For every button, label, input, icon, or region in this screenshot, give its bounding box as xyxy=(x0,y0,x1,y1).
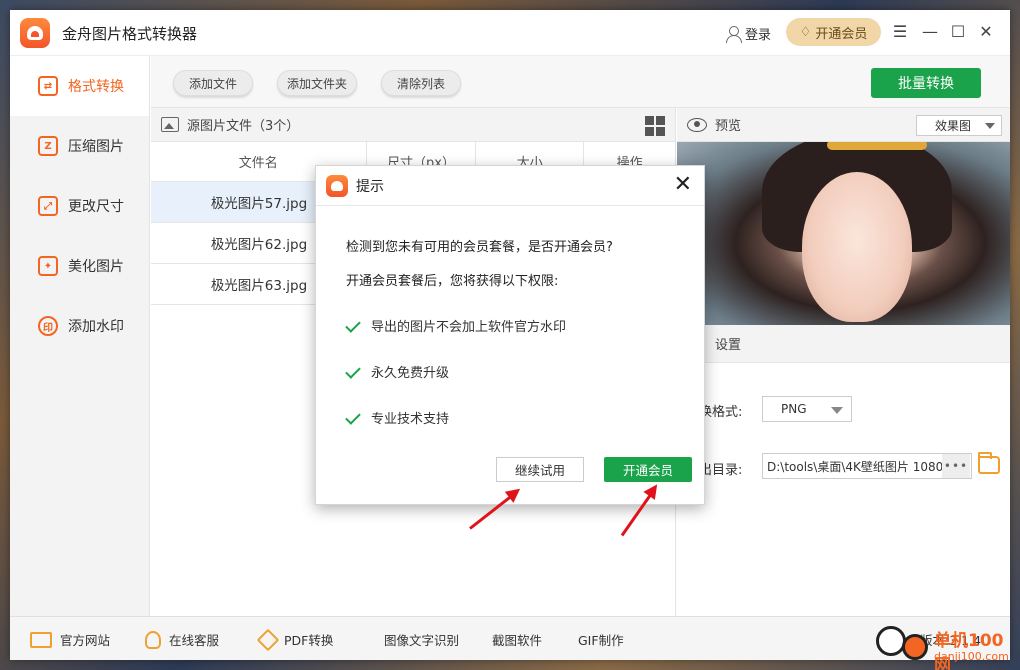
preview-mode-select[interactable]: 效果图 xyxy=(916,115,1002,136)
app-title: 金舟图片格式转换器 xyxy=(62,25,198,43)
check-icon xyxy=(345,363,361,379)
clear-list-button[interactable]: 清除列表 xyxy=(381,70,461,96)
preview-header: 预览 效果图 xyxy=(677,108,1010,142)
image-icon xyxy=(161,117,179,132)
sidebar-item-label: 更改尺寸 xyxy=(68,199,124,215)
feature-item: 导出的图片不会加上软件官方水印 xyxy=(371,320,567,335)
sidebar-item-format-convert[interactable]: ⇄ 格式转换 xyxy=(10,56,149,116)
eye-icon xyxy=(687,117,707,132)
preview-panel: 预览 效果图 设置 换格式: PNG 出目录: D:\tools\桌面\4K壁纸… xyxy=(677,108,1010,616)
bottom-item-label: PDF转换 xyxy=(284,633,334,648)
output-dir-field[interactable]: D:\tools\桌面\4K壁纸图片 1080 xyxy=(762,453,972,479)
beautify-icon: ✦ xyxy=(38,256,58,276)
sidebar: ⇄ 格式转换 Z 压缩图片 ⤢ 更改尺寸 ✦ 美化图片 印 添加水印 xyxy=(10,56,150,616)
close-window-icon[interactable]: ✕ xyxy=(976,22,996,41)
sidebar-item-label: 压缩图片 xyxy=(68,139,124,155)
settings-header: 设置 xyxy=(677,325,1010,363)
bottom-item-label: 在线客服 xyxy=(169,633,220,648)
watermark-title: 单机100网 xyxy=(934,631,1004,670)
login-label: 登录 xyxy=(745,28,772,43)
sidebar-item-beautify[interactable]: ✦ 美化图片 xyxy=(10,236,149,296)
resize-icon: ⤢ xyxy=(38,196,58,216)
official-site-link[interactable]: 官方网站 xyxy=(30,630,110,649)
ocr-link[interactable]: 图像文字识别 xyxy=(384,630,459,649)
grid-view-icon[interactable] xyxy=(645,116,665,136)
add-file-button[interactable]: 添加文件 xyxy=(173,70,253,96)
folder-icon[interactable] xyxy=(978,452,1000,474)
preview-image xyxy=(677,142,1010,325)
monitor-icon xyxy=(30,631,52,648)
online-service-link[interactable]: 在线客服 xyxy=(145,630,219,649)
bottom-bar: 官方网站 在线客服 PDF转换 图像文字识别 截图软件 GIF制作 版本:3.1… xyxy=(10,616,1010,660)
dialog-question: 检测到您未有可用的会员套餐，是否开通会员? xyxy=(346,240,613,255)
open-vip-button[interactable]: 开通会员 xyxy=(604,457,692,482)
site-watermark: 单机100网 danji100.com xyxy=(872,622,1020,670)
screenshot-link[interactable]: 截图软件 xyxy=(492,630,542,649)
watermark-url: danji100.com xyxy=(934,650,1009,663)
app-logo-icon xyxy=(20,18,50,48)
app-logo-icon xyxy=(326,174,348,197)
user-icon xyxy=(725,25,742,43)
toolbar: 添加文件 添加文件夹 清除列表 批量转换 xyxy=(151,56,1010,108)
check-icon xyxy=(345,317,361,333)
sidebar-item-compress[interactable]: Z 压缩图片 xyxy=(10,116,149,176)
pdf-convert-link[interactable]: PDF转换 xyxy=(256,628,334,651)
continue-trial-button[interactable]: 继续试用 xyxy=(496,457,584,482)
gif-link[interactable]: GIF制作 xyxy=(578,630,624,649)
file-list-title: 源图片文件（3个） xyxy=(187,119,300,134)
dialog-header: 提示 ✕ xyxy=(316,166,704,206)
swap-icon: ⇄ xyxy=(38,76,58,96)
settings-title: 设置 xyxy=(715,338,742,353)
watermark-icon: 印 xyxy=(38,316,58,336)
sidebar-item-label: 添加水印 xyxy=(68,319,124,335)
vip-prompt-dialog: 提示 ✕ 检测到您未有可用的会员套餐，是否开通会员? 开通会员套餐后，您将获得以… xyxy=(315,165,705,505)
headset-icon xyxy=(145,630,161,649)
brush-icon xyxy=(256,628,280,651)
feature-item: 专业技术支持 xyxy=(371,412,450,427)
dialog-intro: 开通会员套餐后，您将获得以下权限: xyxy=(346,274,559,289)
feature-item: 永久免费升级 xyxy=(371,366,450,381)
vip-label: 开通会员 xyxy=(815,26,868,42)
format-label: 换格式: xyxy=(699,405,743,420)
sidebar-item-resize[interactable]: ⤢ 更改尺寸 xyxy=(10,176,149,236)
maximize-icon[interactable]: ☐ xyxy=(948,22,968,41)
sidebar-item-label: 格式转换 xyxy=(68,79,124,95)
sidebar-item-label: 美化图片 xyxy=(68,259,124,275)
title-bar: 金舟图片格式转换器 登录 ♢ 开通会员 ☰ — ☐ ✕ xyxy=(10,10,1010,56)
close-icon[interactable]: ✕ xyxy=(674,174,692,196)
minimize-icon[interactable]: — xyxy=(920,22,940,41)
preview-title: 预览 xyxy=(715,119,742,134)
file-list-header: 源图片文件（3个） xyxy=(151,108,675,142)
bottom-item-label: 官方网站 xyxy=(60,633,111,648)
compress-icon: Z xyxy=(38,136,58,156)
format-select[interactable]: PNG xyxy=(762,396,852,422)
dialog-title: 提示 xyxy=(356,178,384,195)
vip-button[interactable]: ♢ 开通会员 xyxy=(786,18,881,46)
login-button[interactable]: 登录 xyxy=(725,24,771,43)
add-folder-button[interactable]: 添加文件夹 xyxy=(277,70,357,96)
batch-convert-button[interactable]: 批量转换 xyxy=(871,68,981,98)
menu-icon[interactable]: ☰ xyxy=(890,22,910,41)
diamond-icon: ♢ xyxy=(799,24,812,40)
browse-more-button[interactable]: ••• xyxy=(942,454,970,478)
output-dir-label: 出目录: xyxy=(699,463,743,478)
sidebar-item-watermark[interactable]: 印 添加水印 xyxy=(10,296,149,356)
check-icon xyxy=(345,409,361,425)
